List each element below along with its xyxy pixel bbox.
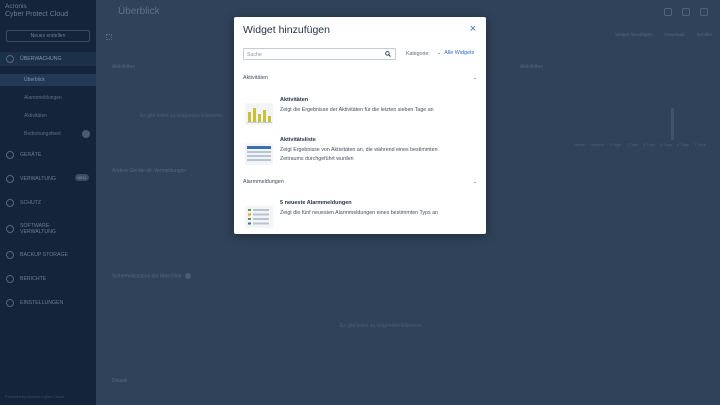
category-select[interactable]: ⌄ Alle Widgets (437, 50, 474, 56)
page-title: Überblick (118, 6, 160, 17)
chart-tick: 5 Tage (660, 142, 673, 147)
sidebar-item-label: EINSTELLUNGEN (20, 300, 64, 306)
empty-state-text: Es gibt keine zu zeigenden Elemente (140, 113, 223, 119)
grid-icon[interactable] (106, 34, 112, 40)
sidebar-subitem-label: Bedrohungsfeed (24, 131, 61, 137)
management-icon (6, 175, 14, 183)
search-icon[interactable] (385, 51, 391, 57)
bar-chart-icon (245, 103, 273, 125)
brand-name: Acronis (5, 3, 27, 10)
search-input[interactable] (247, 50, 383, 59)
section-title: Aktivitäten (243, 75, 268, 81)
brand-product: Cyber Protect Cloud (5, 11, 69, 18)
dialog-title: Widget hinzufügen (243, 24, 330, 36)
add-widget-dialog: Widget hinzufügen × Kategorie: ⌄ Alle Wi… (234, 17, 486, 234)
widget-option-activity-list[interactable]: Aktivitätsliste Zeigt Ergebnisse von Akt… (243, 137, 477, 173)
sidebar-item-label: BERICHTE (20, 276, 47, 282)
help-icon[interactable] (184, 273, 191, 279)
account-icon[interactable] (700, 8, 708, 16)
new-button[interactable]: Neues erstellen (6, 30, 90, 42)
help-icon[interactable] (682, 8, 690, 16)
widget-description: Zeigt die Ergebnisse der Aktivitäten für… (280, 107, 434, 113)
sidebar-item-label: SOFTWARE-VERWALTUNG (20, 223, 56, 235)
sidebar-item-label: ÜBERWACHUNG (20, 56, 62, 62)
widget-option-activities[interactable]: Aktivitäten Zeigt die Ergebnisse der Akt… (243, 97, 477, 133)
chart-tick: 6 Tage (677, 142, 690, 147)
search-box (243, 48, 396, 60)
reports-icon (6, 275, 14, 283)
add-widget-button[interactable]: Widget hinzufügen (615, 32, 652, 37)
send-button[interactable]: Senden (696, 32, 712, 37)
sidebar-item-monitoring[interactable]: ÜBERWACHUNG (0, 52, 96, 66)
panel-title: Aktivitäten (112, 64, 136, 70)
brand-logo: Acronis Cyber Protect Cloud (5, 3, 68, 19)
chart-tick: 2 Tage (609, 142, 622, 147)
sidebar-item-label: VERWALTUNG (20, 176, 56, 182)
monitor-icon (6, 55, 14, 63)
gear-icon (6, 299, 14, 307)
section-title: Alarmmeldungen (243, 179, 284, 185)
toolbar: Widget hinzufügen Download Senden (615, 32, 712, 37)
panel-title-text: Sicherheitsstatus der Maschine (112, 273, 182, 280)
panel-title: Sicherheitsstatus der Maschine (112, 273, 191, 279)
shield-icon (6, 199, 14, 207)
chart-tick: Gestern (590, 142, 605, 147)
widget-title: Aktivitäten (280, 97, 309, 103)
chevron-down-icon: ⌄ (437, 50, 442, 56)
section-header-alerts[interactable]: Alarmmeldungen ⌄ (243, 177, 477, 187)
sidebar-item-settings[interactable]: EINSTELLUNGEN (0, 296, 96, 310)
apps-icon[interactable] (664, 8, 672, 16)
info-dot-icon (82, 130, 90, 138)
panel-title: Aktivitäten (520, 64, 544, 70)
chart-bar (671, 108, 674, 140)
widget-description: Zeigt die fünf neuesten Alarmmeldungen e… (280, 210, 439, 216)
sidebar-item-label: GERÄTE (20, 152, 42, 158)
category-label: Kategorie: (406, 51, 430, 57)
empty-state-text: Es gibt keine zu zeigenden Elemente (340, 323, 423, 329)
new-badge: NEU (74, 174, 89, 181)
sidebar-item-label: SCHUTZ (20, 200, 42, 206)
list-icon (245, 206, 273, 228)
widget-title: Aktivitätsliste (280, 137, 316, 143)
sidebar-subitem-activities[interactable]: Aktivitäten (0, 110, 96, 122)
sidebar-item-backup-storage[interactable]: BACKUP STORAGE (0, 248, 96, 262)
sidebar-item-management[interactable]: VERWALTUNG NEU (0, 172, 96, 186)
sidebar-item-protection[interactable]: SCHUTZ (0, 196, 96, 210)
widget-description: Zeigt Ergebnisse von Aktivitäten an, die… (280, 147, 438, 162)
sidebar: Acronis Cyber Protect Cloud Neues erstel… (0, 0, 96, 405)
sidebar-item-label: BACKUP STORAGE (20, 252, 68, 258)
chart-tick: 4 Tage (643, 142, 656, 147)
sidebar-item-software-management[interactable]: SOFTWARE-VERWALTUNG (0, 220, 96, 238)
chart-tick: 7 Tage (694, 142, 706, 147)
top-icons (664, 8, 708, 16)
table-icon (245, 143, 273, 165)
panel-title: Details (112, 378, 128, 384)
widget-option-latest-alerts[interactable]: 5 neueste Alarmmeldungen Zeigt die fünf … (243, 200, 477, 236)
sidebar-subitem-overview[interactable]: Überblick (0, 74, 96, 86)
close-icon[interactable]: × (468, 24, 478, 35)
storage-icon (6, 251, 14, 259)
sidebar-footer: Powered by Acronis Cyber Cloud (5, 394, 64, 399)
chevron-down-icon: ⌄ (472, 75, 477, 81)
download-button[interactable]: Download (664, 32, 684, 37)
widget-title: 5 neueste Alarmmeldungen (280, 200, 352, 206)
sidebar-item-reports[interactable]: BERICHTE (0, 272, 96, 286)
section-header-activities[interactable]: Aktivitäten ⌄ (243, 73, 477, 83)
chart-tick: Heute (574, 142, 586, 147)
software-icon (6, 225, 14, 233)
chart-ticks: Heute Gestern 2 Tage 3 Tage 4 Tage 5 Tag… (574, 142, 706, 147)
devices-icon (6, 151, 14, 159)
sidebar-subitem-alerts[interactable]: Alarmmeldungen (0, 92, 96, 104)
category-value: Alle Widgets (444, 50, 475, 56)
panel-title: Andere Geräte als Vermeldungen (112, 168, 187, 174)
chart-tick: 3 Tage (626, 142, 639, 147)
sidebar-subitem-threat-feed[interactable]: Bedrohungsfeed (0, 128, 96, 140)
sidebar-item-devices[interactable]: GERÄTE (0, 148, 96, 162)
chevron-down-icon: ⌄ (472, 179, 477, 185)
